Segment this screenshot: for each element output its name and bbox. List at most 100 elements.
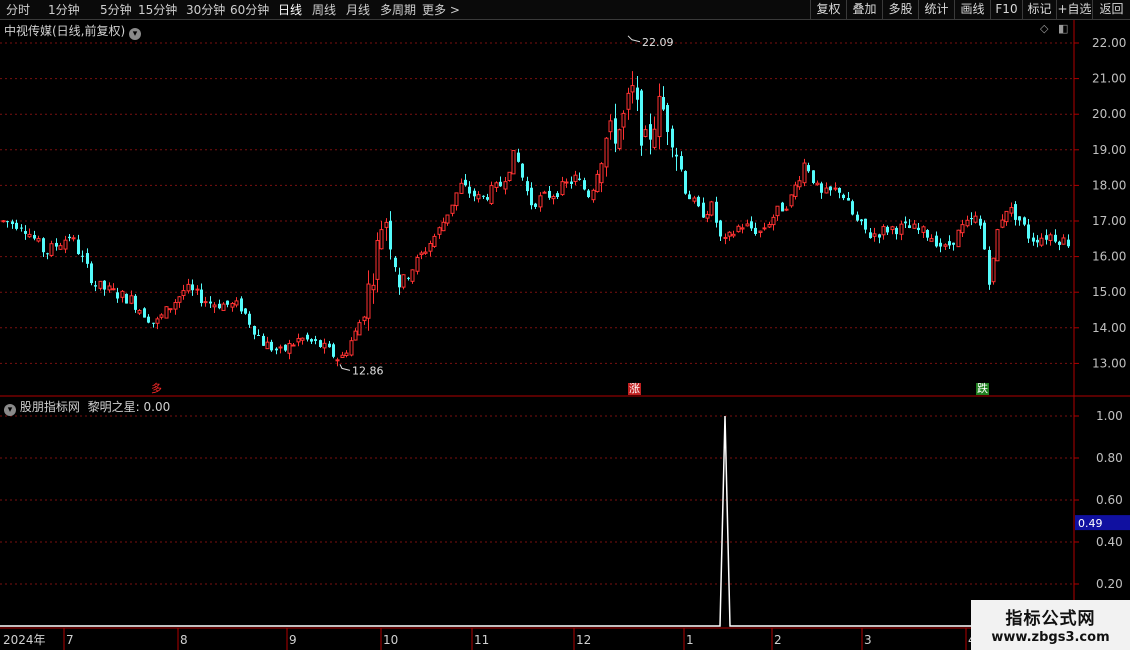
candle-body	[965, 219, 970, 227]
candle-body	[1048, 234, 1053, 241]
candle-body	[908, 225, 911, 229]
signal-marker-die: 跌	[976, 382, 989, 395]
candle-body	[1009, 207, 1014, 214]
candle-body	[81, 255, 84, 257]
price-tick-label: 18.00	[1092, 178, 1126, 192]
indicator-legend[interactable]: ▾ 股朋指标网 黎明之星: 0.00	[4, 398, 170, 416]
candle-body	[253, 326, 256, 335]
period-tab-7[interactable]: 周线	[312, 2, 336, 18]
candle-body	[24, 231, 27, 234]
indicator-name: 黎明之星:	[87, 400, 140, 414]
candle-body	[103, 280, 106, 290]
candle-body	[27, 233, 32, 238]
candle-body	[736, 225, 741, 233]
indicator-axis: 1.00 0.80 0.60 0.40 0.20 0.49	[0, 409, 1130, 591]
toolbar-action-5[interactable]: F10	[990, 0, 1022, 20]
candle-body	[578, 178, 581, 180]
toolbar-action-4[interactable]: 画线	[954, 0, 990, 20]
high-label: 22.09	[642, 36, 674, 49]
candle-body	[595, 173, 600, 193]
candle-body	[332, 344, 335, 357]
candle-body	[731, 233, 736, 237]
candle-body	[389, 220, 392, 250]
period-tab-3[interactable]: 15分钟	[138, 2, 177, 18]
candle-body	[926, 230, 929, 238]
candle-body	[164, 306, 169, 319]
candle-body	[1054, 234, 1057, 242]
candle-body	[203, 301, 208, 304]
candle-body	[319, 340, 322, 347]
candle-body	[349, 340, 354, 356]
candle-body	[270, 341, 273, 351]
period-tab-1[interactable]: 1分钟	[48, 2, 80, 18]
period-tab-2[interactable]: 5分钟	[100, 2, 132, 18]
period-tab-4[interactable]: 30分钟	[186, 2, 225, 18]
candle-body	[534, 203, 537, 207]
chevron-down-icon[interactable]: ▾	[4, 404, 16, 416]
period-tab-5[interactable]: 60分钟	[230, 2, 269, 18]
period-tab-8[interactable]: 月线	[346, 2, 370, 18]
low-label: 12.86	[352, 364, 384, 377]
candle-body	[384, 221, 389, 228]
date-axis: 2024年7891011121234	[3, 628, 976, 650]
candle-body	[473, 190, 476, 197]
candle-body	[111, 288, 116, 291]
month-label: 9	[289, 633, 297, 647]
chevron-down-icon[interactable]: ▾	[129, 28, 142, 40]
price-tick-label: 19.00	[1092, 143, 1126, 157]
toolbar-action-2[interactable]: 多股	[882, 0, 918, 20]
candle-body	[262, 335, 265, 346]
main-legend[interactable]: 中视传媒(日线,前复权) ▾	[4, 22, 142, 40]
candle-body	[218, 303, 221, 309]
panel-tools: ◇ ◧	[1040, 22, 1068, 35]
indicator-tick-label: 1.00	[1096, 409, 1123, 423]
period-tab-10[interactable]: 更多 >	[422, 2, 460, 18]
candle-body	[608, 120, 613, 133]
candle-body	[503, 181, 508, 190]
candle-body	[952, 242, 955, 245]
candle-body	[134, 295, 137, 310]
candle-body	[740, 227, 745, 230]
period-toolbar: 分时 1分钟 5分钟 15分钟 30分钟 60分钟 日线 周线 月线 多周期 更多 > 复权 叠加 多股统…	[0, 0, 1130, 20]
watermark-title: 指标公式网	[1005, 609, 1096, 629]
candle-body	[560, 181, 565, 196]
candle-body	[775, 205, 780, 217]
period-tab-0[interactable]: 分时	[6, 2, 30, 18]
price-tick-label: 13.00	[1092, 356, 1126, 370]
candle-body	[657, 95, 662, 138]
toolbar-action-8[interactable]: 返回	[1092, 0, 1130, 20]
candle-body	[468, 186, 471, 194]
candle-body	[328, 343, 331, 348]
indicator-source: 股朋指标网	[19, 400, 80, 414]
price-annotations: 22.09 12.86	[339, 35, 674, 377]
candle-body	[895, 227, 898, 235]
toolbar-action-1[interactable]: 叠加	[846, 0, 882, 20]
candle-body	[482, 195, 485, 197]
candle-body	[257, 334, 260, 336]
candle-body	[583, 180, 586, 190]
candle-body	[556, 193, 559, 198]
month-label: 11	[474, 633, 489, 647]
candle-body	[662, 96, 665, 110]
candle-body	[486, 197, 489, 200]
chart-area[interactable]: 22.0021.0020.0019.0018.0017.0016.0015.00…	[0, 20, 1130, 650]
period-tab-9[interactable]: 多周期	[380, 2, 416, 18]
toolbar-action-3[interactable]: 统计	[918, 0, 954, 20]
month-label: 1	[686, 633, 694, 647]
candle-body	[802, 162, 807, 184]
candle-body	[275, 348, 278, 351]
year-label: 2024年	[3, 633, 46, 647]
candle-body	[322, 342, 327, 349]
panel-toggle-icon[interactable]: ◧	[1058, 22, 1068, 35]
toolbar-action-7[interactable]: +自选	[1056, 0, 1092, 20]
candle-body	[155, 318, 160, 324]
period-tab-6[interactable]: 日线	[278, 2, 302, 18]
price-tick-label: 20.00	[1092, 107, 1126, 121]
candle-body	[917, 227, 920, 231]
candle-body	[675, 154, 678, 157]
candle-body	[548, 190, 551, 198]
candle-body	[428, 242, 433, 252]
toolbar-action-0[interactable]: 复权	[810, 0, 846, 20]
diamond-icon[interactable]: ◇	[1040, 22, 1048, 35]
toolbar-action-6[interactable]: 标记	[1022, 0, 1056, 20]
